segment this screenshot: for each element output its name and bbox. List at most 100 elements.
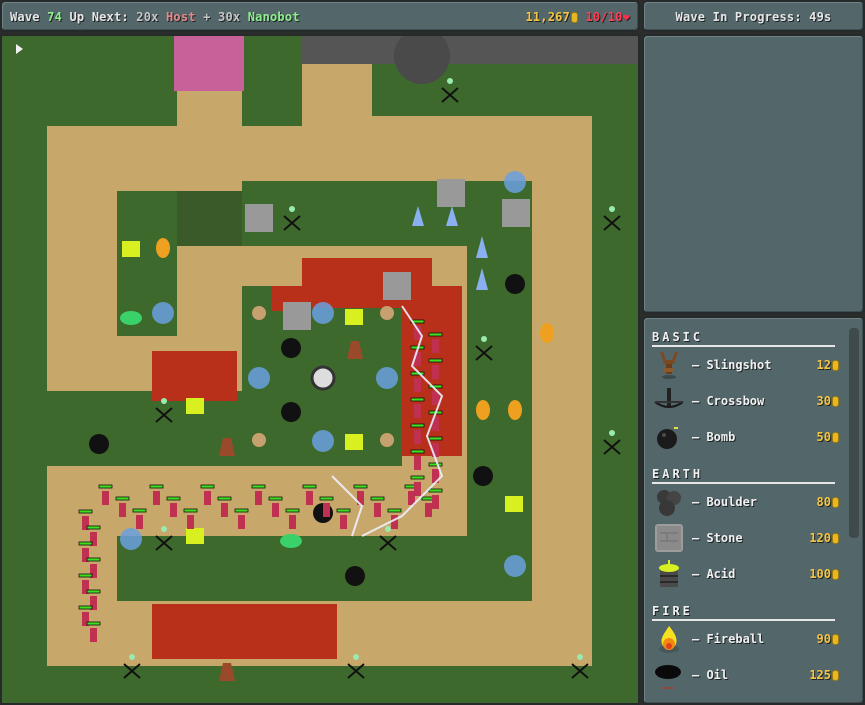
shop-item-bomb[interactable]: Bomb 50	[652, 419, 839, 455]
price-value: 30	[816, 394, 831, 408]
shop-item-slingshot[interactable]: Slingshot 12	[652, 347, 839, 383]
coin-icon	[832, 497, 839, 508]
resources: 11,267 10/10❤	[525, 10, 630, 24]
enemy-health-bar	[251, 484, 266, 489]
enemy-health-bar	[410, 397, 425, 402]
wave-info-bar: Wave 74 Up Next: 20x Host + 30x Nanobot …	[0, 0, 640, 32]
item-name: Stone	[692, 531, 742, 545]
up-next-label: Up Next:	[69, 10, 129, 24]
tower-shop: BASIC Slingshot 12 Crossbow 30 Bomb 50 E…	[642, 316, 865, 705]
shop-item-acid[interactable]: Acid 100	[652, 556, 839, 592]
enemy-health-bar	[149, 484, 164, 489]
nanobot-tower	[120, 311, 142, 325]
item-price: 80	[817, 495, 839, 509]
enemy-health-bar	[86, 525, 101, 530]
coin-icon	[832, 634, 839, 645]
coin-icon	[832, 569, 839, 580]
shop-scrollbar[interactable]	[849, 328, 859, 538]
enemy-health-bar	[428, 358, 443, 363]
item-price: 50	[817, 430, 839, 444]
enemy-health-bar	[285, 508, 300, 513]
enemy-unit	[272, 503, 279, 517]
price-value: 90	[816, 632, 831, 646]
stone-tower	[502, 199, 530, 227]
item-price: 90	[817, 632, 839, 646]
price-value: 100	[809, 567, 831, 581]
item-price: 30	[817, 394, 839, 408]
enemy-health-bar	[115, 496, 130, 501]
shop-item-stone[interactable]: Stone 120	[652, 520, 839, 556]
boulder-icon	[652, 485, 686, 519]
acid-tower	[186, 528, 204, 544]
acid-icon	[652, 557, 686, 591]
fire-tower	[508, 400, 522, 420]
wave-label: Wave	[10, 10, 40, 24]
enemy-health-bar	[353, 484, 368, 489]
ice-tower	[120, 528, 142, 550]
wave-summary: Wave 74 Up Next: 20x Host + 30x Nanobot	[10, 10, 300, 24]
enemy-health-bar	[428, 462, 443, 467]
item-name: Slingshot	[692, 358, 771, 372]
next-enemy-count: 20x	[136, 10, 159, 24]
enemy-health-bar	[78, 509, 93, 514]
enemy-health-bar	[410, 449, 425, 454]
enemy-health-bar	[428, 332, 443, 337]
section-title: EARTH	[652, 467, 835, 484]
enemy-health-bar	[98, 484, 113, 489]
ice-tower	[504, 555, 526, 577]
enemy-health-bar	[200, 484, 215, 489]
fire-tower	[476, 400, 490, 420]
enemy-unit	[323, 503, 330, 517]
shop-section-earth: EARTH Boulder 80 Stone 120 Acid 100	[652, 467, 839, 592]
coin-icon	[832, 670, 839, 681]
map-canvas[interactable]	[2, 36, 640, 705]
shop-item-oil[interactable]: Oil 125	[652, 657, 839, 693]
acid-tower	[345, 309, 363, 325]
castle-wall	[302, 36, 638, 64]
coin-icon	[832, 432, 839, 443]
coin-icon	[571, 12, 578, 23]
enemy-health-bar	[319, 496, 334, 501]
plus-separator: +	[203, 10, 211, 24]
coin-icon	[832, 396, 839, 407]
enemy-unit	[119, 503, 126, 517]
item-name: Bomb	[692, 430, 735, 444]
item-price: 12	[817, 358, 839, 372]
item-name: Acid	[692, 567, 735, 581]
stone-tower	[437, 179, 465, 207]
enemy-unit	[289, 515, 296, 529]
enemy-health-bar	[268, 496, 283, 501]
ice-tower	[248, 367, 270, 389]
shop-item-fireball[interactable]: Fireball 90	[652, 621, 839, 657]
enemy-health-bar	[234, 508, 249, 513]
enemy-unit	[414, 430, 421, 444]
item-price: 125	[809, 668, 839, 682]
coin-icon	[832, 360, 839, 371]
shop-item-crossbow[interactable]: Crossbow 30	[652, 383, 839, 419]
enemy-health-bar	[336, 508, 351, 513]
enemy-health-bar	[302, 484, 317, 489]
enemy-health-bar	[387, 508, 402, 513]
item-price: 100	[809, 567, 839, 581]
price-value: 80	[816, 495, 831, 509]
shop-item-boulder[interactable]: Boulder 80	[652, 484, 839, 520]
enemy-unit	[414, 456, 421, 470]
enemy-unit	[306, 491, 313, 505]
stone-tower	[245, 204, 273, 232]
price-value: 12	[816, 358, 831, 372]
ice-tower	[152, 302, 174, 324]
acid-tower	[186, 398, 204, 414]
bomb-tower	[281, 402, 301, 422]
game-map[interactable]	[0, 34, 640, 705]
wave-status-bar: Wave In Progress: 49s	[642, 0, 865, 32]
play-icon[interactable]	[16, 44, 23, 54]
acid-tower	[505, 496, 523, 512]
item-name: Oil	[692, 668, 728, 682]
item-name: Crossbow	[692, 394, 764, 408]
enemy-unit	[90, 628, 97, 642]
enemy-unit	[255, 491, 262, 505]
info-panel	[642, 34, 865, 314]
bomb-tower	[505, 274, 525, 294]
enemy-health-bar	[86, 621, 101, 626]
enemy-unit	[170, 503, 177, 517]
